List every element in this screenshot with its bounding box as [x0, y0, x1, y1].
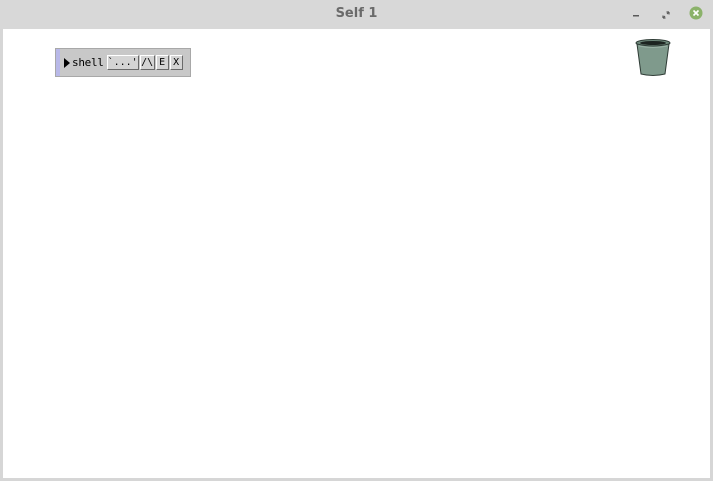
parent-button[interactable]: /\	[139, 55, 155, 70]
close-button[interactable]	[688, 6, 704, 22]
evaluate-button[interactable]: `...'	[106, 55, 139, 70]
title-bar[interactable]: Self 1	[0, 0, 713, 29]
self-window: Self 1 shell `...' /\ E X	[0, 0, 713, 481]
minimize-button[interactable]	[628, 6, 644, 22]
world-canvas[interactable]: shell `...' /\ E X	[3, 29, 710, 478]
shell-label: shell	[72, 56, 104, 69]
restore-icon	[661, 5, 671, 24]
window-title: Self 1	[335, 6, 378, 21]
dismiss-button[interactable]: X	[169, 55, 183, 70]
outliner-left-edge	[56, 49, 60, 76]
close-icon	[689, 5, 703, 24]
edit-button[interactable]: E	[155, 55, 169, 70]
maximize-button[interactable]	[658, 6, 674, 22]
expand-triangle-icon[interactable]	[64, 57, 70, 68]
minimize-icon	[631, 5, 641, 24]
trash-can-icon[interactable]	[633, 37, 673, 77]
shell-outliner[interactable]: shell `...' /\ E X	[55, 48, 191, 77]
